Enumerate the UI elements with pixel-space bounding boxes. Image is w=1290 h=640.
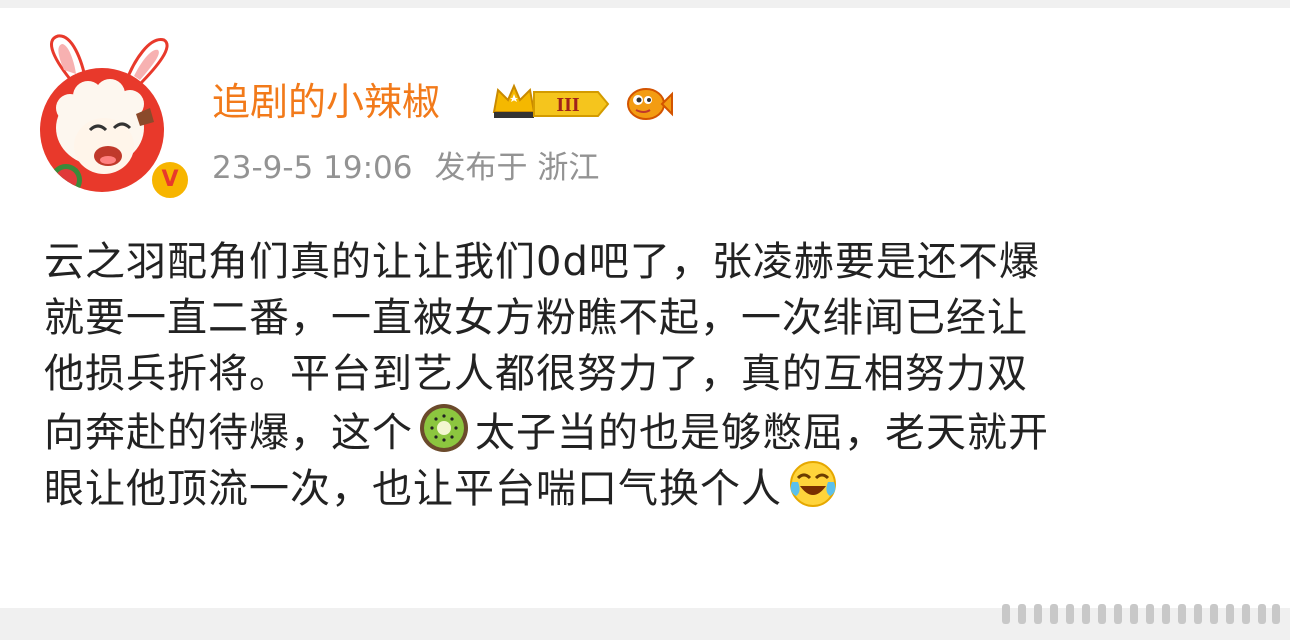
content-text: 向奔赴的待爆，这个	[44, 410, 413, 456]
kiwi-emoji	[420, 404, 468, 452]
post-location: 发布于 浙江	[434, 150, 600, 186]
level-badge-text: III	[556, 94, 580, 116]
laughing-crying-emoji	[790, 461, 836, 507]
content-text: 云之羽配角们真的让让我们0d吧了，张凌赫要是还不爆	[44, 239, 1040, 285]
content-text: 就要一直二番，一直被女方粉瞧不起，一次绯闻已经让	[44, 295, 1028, 341]
post-timestamp[interactable]: 23-9-5 19:06	[212, 150, 412, 186]
post-meta: 23-9-5 19:06 发布于 浙江	[212, 148, 599, 188]
user-badges: III	[490, 78, 674, 126]
content-text: 太子当的也是够憋屈，老天就开	[475, 410, 1049, 456]
content-text: 他损兵折将。平台到艺人都很努力了，真的互相努力双	[44, 351, 1028, 397]
horizontal-scrollbar[interactable]	[1002, 602, 1280, 626]
content-line: 向奔赴的待爆，这个 太子当的也是够憋屈，老天就开	[44, 402, 1264, 458]
username[interactable]: 追剧的小辣椒	[212, 78, 440, 126]
post-content: 云之羽配角们真的让让我们0d吧了，张凌赫要是还不爆 就要一直二番，一直被女方粉瞧…	[44, 234, 1264, 514]
avatar[interactable]: V	[34, 30, 192, 202]
crown-level-badge[interactable]: III	[490, 82, 612, 122]
content-line: 他损兵折将。平台到艺人都很努力了，真的互相努力双	[44, 346, 1264, 402]
weibo-post-card: V 追剧的小辣椒 III 23-9-5 19:06 发布于 浙江 云之羽配角们真的…	[0, 8, 1290, 624]
fish-fan-badge[interactable]	[624, 82, 674, 122]
content-line: 眼让他顶流一次，也让平台喘口气换个人	[44, 458, 1264, 514]
avatar-image	[40, 68, 164, 192]
content-line: 就要一直二番，一直被女方粉瞧不起，一次绯闻已经让	[44, 290, 1264, 346]
content-line: 云之羽配角们真的让让我们0d吧了，张凌赫要是还不爆	[44, 234, 1264, 290]
content-text: 眼让他顶流一次，也让平台喘口气换个人	[44, 466, 782, 512]
verified-v-icon: V	[148, 158, 192, 202]
